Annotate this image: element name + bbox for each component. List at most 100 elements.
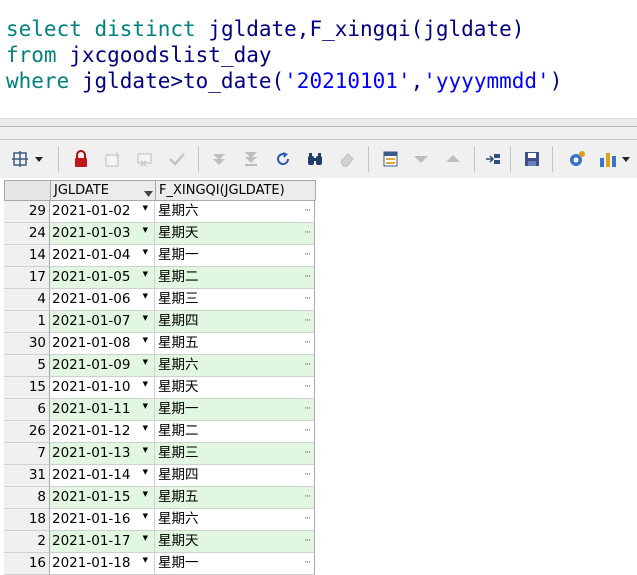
dropdown-arrow-icon[interactable]: ▼ [143,556,148,564]
dropdown-arrow-icon[interactable]: ▼ [143,204,148,212]
date-cell[interactable]: 2021-01-11 ▼ [50,399,155,421]
connect-icon[interactable] [566,148,588,170]
weekday-cell[interactable]: 星期六 ··· [155,201,315,223]
table-row[interactable]: 18 2021-01-16 ▼ 星期六 ··· [4,509,316,531]
weekday-cell[interactable]: 星期天 ··· [155,223,315,245]
column-header-jgldate[interactable]: JGLDATE [50,180,156,201]
previous-query-icon[interactable] [410,148,432,170]
ellipsis-icon[interactable]: ··· [304,399,311,420]
grid-corner[interactable] [4,180,51,201]
weekday-cell[interactable]: 星期一 ··· [155,245,315,267]
weekday-cell[interactable]: 星期二 ··· [155,421,315,443]
delete-record-icon[interactable] [134,148,156,170]
row-number[interactable]: 4 [4,289,50,311]
dropdown-arrow-icon[interactable]: ▼ [143,512,148,520]
grid-options-icon[interactable] [10,148,44,170]
pane-splitter[interactable] [0,126,637,140]
row-number[interactable]: 6 [4,399,50,421]
ellipsis-icon[interactable]: ··· [304,509,311,530]
date-cell[interactable]: 2021-01-10 ▼ [50,377,155,399]
weekday-cell[interactable]: 星期一 ··· [155,399,315,421]
table-row[interactable]: 1 2021-01-07 ▼ 星期四 ··· [4,311,316,333]
table-row[interactable]: 15 2021-01-10 ▼ 星期天 ··· [4,377,316,399]
row-number[interactable]: 14 [4,245,50,267]
date-cell[interactable]: 2021-01-15 ▼ [50,487,155,509]
weekday-cell[interactable]: 星期三 ··· [155,289,315,311]
table-row[interactable]: 17 2021-01-05 ▼ 星期二 ··· [4,267,316,289]
table-row[interactable]: 8 2021-01-15 ▼ 星期五 ··· [4,487,316,509]
ellipsis-icon[interactable]: ··· [304,289,311,310]
dropdown-arrow-icon[interactable]: ▼ [143,292,148,300]
column-header-f-xingqi[interactable]: F_XINGQI(JGLDATE) [155,180,316,201]
date-cell[interactable]: 2021-01-17 ▼ [50,531,155,553]
ellipsis-icon[interactable]: ··· [304,311,311,332]
weekday-cell[interactable]: 星期天 ··· [155,377,315,399]
date-cell[interactable]: 2021-01-18 ▼ [50,553,155,575]
row-number[interactable]: 7 [4,443,50,465]
export-icon[interactable] [482,148,504,170]
fetch-next-icon[interactable] [208,148,230,170]
row-number[interactable]: 15 [4,377,50,399]
ellipsis-icon[interactable]: ··· [304,223,311,244]
weekday-cell[interactable]: 星期四 ··· [155,311,315,333]
weekday-cell[interactable]: 星期五 ··· [155,333,315,355]
row-number[interactable]: 31 [4,465,50,487]
table-row[interactable]: 7 2021-01-13 ▼ 星期三 ··· [4,443,316,465]
row-number[interactable]: 16 [4,553,50,575]
weekday-cell[interactable]: 星期六 ··· [155,509,315,531]
dropdown-arrow-icon[interactable]: ▼ [143,380,148,388]
save-icon[interactable] [521,148,543,170]
post-changes-icon[interactable] [166,148,188,170]
dropdown-arrow-icon[interactable]: ▼ [143,314,148,322]
weekday-cell[interactable]: 星期六 ··· [155,355,315,377]
dropdown-arrow-icon[interactable]: ▼ [143,358,148,366]
date-cell[interactable]: 2021-01-07 ▼ [50,311,155,333]
ellipsis-icon[interactable]: ··· [304,553,311,574]
date-cell[interactable]: 2021-01-14 ▼ [50,465,155,487]
weekday-cell[interactable]: 星期三 ··· [155,443,315,465]
date-cell[interactable]: 2021-01-16 ▼ [50,509,155,531]
ellipsis-icon[interactable]: ··· [304,267,311,288]
ellipsis-icon[interactable]: ··· [304,421,311,442]
table-row[interactable]: 5 2021-01-09 ▼ 星期六 ··· [4,355,316,377]
table-row[interactable]: 31 2021-01-14 ▼ 星期四 ··· [4,465,316,487]
row-number[interactable]: 29 [4,201,50,223]
dropdown-arrow-icon[interactable]: ▼ [143,534,148,542]
insert-record-icon[interactable] [102,148,124,170]
table-row[interactable]: 16 2021-01-18 ▼ 星期一 ··· [4,553,316,575]
filter-dropdown-icon[interactable] [144,186,153,200]
row-number[interactable]: 17 [4,267,50,289]
date-cell[interactable]: 2021-01-03 ▼ [50,223,155,245]
table-row[interactable]: 26 2021-01-12 ▼ 星期二 ··· [4,421,316,443]
sql-editor[interactable]: select distinct jgldate,F_xingqi(jgldate… [0,0,637,127]
date-cell[interactable]: 2021-01-09 ▼ [50,355,155,377]
row-number[interactable]: 1 [4,311,50,333]
ellipsis-icon[interactable]: ··· [304,487,311,508]
ellipsis-icon[interactable]: ··· [304,333,311,354]
table-row[interactable]: 30 2021-01-08 ▼ 星期五 ··· [4,333,316,355]
find-icon[interactable] [304,148,326,170]
dropdown-arrow-icon[interactable]: ▼ [143,336,148,344]
ellipsis-icon[interactable]: ··· [304,465,311,486]
date-cell[interactable]: 2021-01-08 ▼ [50,333,155,355]
ellipsis-icon[interactable]: ··· [304,531,311,552]
dropdown-arrow-icon[interactable]: ▼ [143,226,148,234]
ellipsis-icon[interactable]: ··· [304,201,311,222]
date-cell[interactable]: 2021-01-12 ▼ [50,421,155,443]
dropdown-arrow-icon[interactable]: ▼ [143,402,148,410]
ellipsis-icon[interactable]: ··· [304,443,311,464]
table-row[interactable]: 29 2021-01-02 ▼ 星期六 ··· [4,201,316,223]
clear-icon[interactable] [336,148,358,170]
date-cell[interactable]: 2021-01-13 ▼ [50,443,155,465]
ellipsis-icon[interactable]: ··· [304,245,311,266]
dropdown-arrow-icon[interactable]: ▼ [143,424,148,432]
date-cell[interactable]: 2021-01-06 ▼ [50,289,155,311]
weekday-cell[interactable]: 星期四 ··· [155,465,315,487]
weekday-cell[interactable]: 星期五 ··· [155,487,315,509]
row-number[interactable]: 18 [4,509,50,531]
lock-icon[interactable] [70,148,92,170]
date-cell[interactable]: 2021-01-04 ▼ [50,245,155,267]
dropdown-arrow-icon[interactable]: ▼ [143,490,148,498]
row-number[interactable]: 5 [4,355,50,377]
refresh-icon[interactable] [272,148,294,170]
